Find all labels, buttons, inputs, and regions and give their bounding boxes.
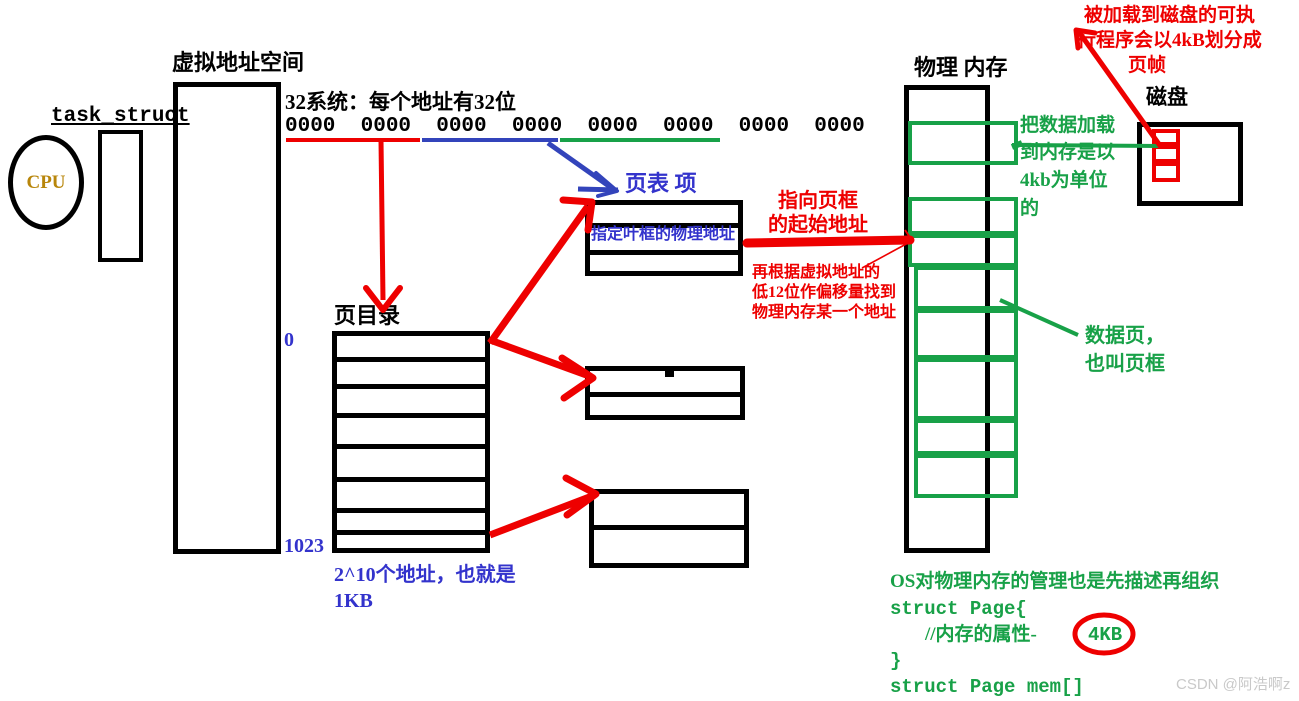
page-directory-divider-2 — [332, 384, 490, 389]
page-table-entry-row-text: 指定叶框的物理地址 — [591, 226, 736, 243]
arrow-page-directory-to-middle-box — [488, 336, 597, 402]
page-directory-index-bottom: 1023 — [284, 535, 324, 557]
page-table-box-lower-divider — [589, 525, 749, 530]
physical-memory-title: 物理 内存 — [914, 55, 1008, 80]
page-table-box-middle-divider — [585, 392, 745, 397]
note-frame-start-line1: 指向页框 — [778, 190, 858, 212]
physical-memory-frame-1 — [908, 121, 1018, 165]
note-data-page-line1: 数据页， — [1085, 325, 1165, 347]
page-directory-title: 页目录 — [334, 303, 401, 328]
address-bits-value: 0000 0000 0000 0000 0000 0000 0000 0000 — [285, 115, 865, 138]
code-line-struct-open: struct Page{ — [890, 598, 1027, 620]
page-directory-note-line2: 1KB — [334, 590, 373, 612]
arrow-page-directory-to-lower-box — [488, 474, 600, 539]
task-struct-box — [98, 130, 143, 262]
address-bits-description: 32系统：每个地址有32位 — [285, 90, 516, 114]
note-offset-line3: 物理内存某一个地址 — [752, 304, 897, 321]
cpu-label: CPU — [26, 171, 66, 193]
page-directory-note-line1: 2^10个地址，也就是 — [334, 564, 516, 586]
disk-title: 磁盘 — [1146, 85, 1188, 109]
physical-memory-frame-2 — [908, 197, 1018, 235]
page-directory-divider-7 — [332, 530, 490, 535]
page-directory-box — [332, 331, 490, 553]
arrow-bits-to-page-table-entry — [546, 140, 619, 198]
note-offset-line2: 低12位作偏移量找到 — [752, 284, 897, 301]
code-highlight-4kb: 4KB — [1088, 624, 1123, 646]
physical-memory-frame-4 — [914, 266, 1018, 310]
page-table-box-middle-tick — [665, 371, 674, 377]
page-directory-divider-6 — [332, 508, 490, 513]
note-data-page-line2: 也叫页框 — [1085, 353, 1165, 375]
cpu-oval: CPU — [8, 135, 84, 230]
page-directory-divider-3 — [332, 413, 490, 418]
note-offset-line1: 再根据虚拟地址的 — [752, 264, 881, 281]
page-table-entry-divider-2 — [585, 250, 743, 255]
disk-page-frame-3 — [1152, 162, 1180, 182]
virtual-address-space-title: 虚拟地址空间 — [172, 50, 305, 75]
arrow-address-to-page-directory — [363, 139, 403, 313]
address-bits-underline-directory — [286, 138, 420, 142]
arrow-page-directory-to-entry — [487, 196, 596, 346]
note-load-4kb-line2: 到内存是以 — [1020, 142, 1116, 163]
page-directory-divider-4 — [332, 444, 490, 449]
physical-memory-frame-3 — [908, 234, 1018, 267]
disk-page-frame-1 — [1152, 129, 1180, 146]
address-bits-underline-offset — [560, 138, 720, 142]
code-line-struct-close: } — [890, 650, 902, 672]
address-bits-underline-table — [422, 138, 558, 142]
note-load-4kb-line4: 的 — [1020, 198, 1040, 219]
note-disk-line3: 页帧 — [1128, 55, 1167, 76]
code-line-comment: //内存的属性- — [925, 624, 1037, 645]
disk-page-frame-2 — [1152, 145, 1180, 163]
note-load-4kb-line1: 把数据加载 — [1020, 115, 1116, 136]
physical-memory-frame-5 — [914, 309, 1018, 359]
page-directory-index-top: 0 — [284, 329, 294, 351]
code-line-mem-array: struct Page mem[] — [890, 676, 1084, 698]
page-directory-divider-5 — [332, 477, 490, 482]
physical-memory-frame-8 — [914, 454, 1018, 498]
virtual-address-space-box — [173, 82, 281, 554]
page-directory-divider-1 — [332, 357, 490, 362]
note-disk-line2: 行程序会以4kB划分成 — [1077, 30, 1262, 51]
physical-memory-frame-6 — [914, 358, 1018, 420]
task-struct-label: task_struct — [51, 105, 190, 128]
csdn-watermark: CSDN @阿浩啊z — [1176, 676, 1291, 693]
note-frame-start-line2: 的起始地址 — [768, 214, 868, 236]
note-disk-line1: 被加载到磁盘的可执 — [1084, 5, 1256, 26]
os-management-note: OS对物理内存的管理也是先描述再组织 — [890, 571, 1220, 592]
diagram-canvas: CPU task_struct 虚拟地址空间 32系统：每个地址有32位 000… — [0, 0, 1299, 701]
note-load-4kb-line3: 4kb为单位 — [1020, 170, 1108, 191]
page-table-entry-title: 页表 项 — [625, 171, 697, 196]
physical-memory-frame-7 — [914, 419, 1018, 455]
